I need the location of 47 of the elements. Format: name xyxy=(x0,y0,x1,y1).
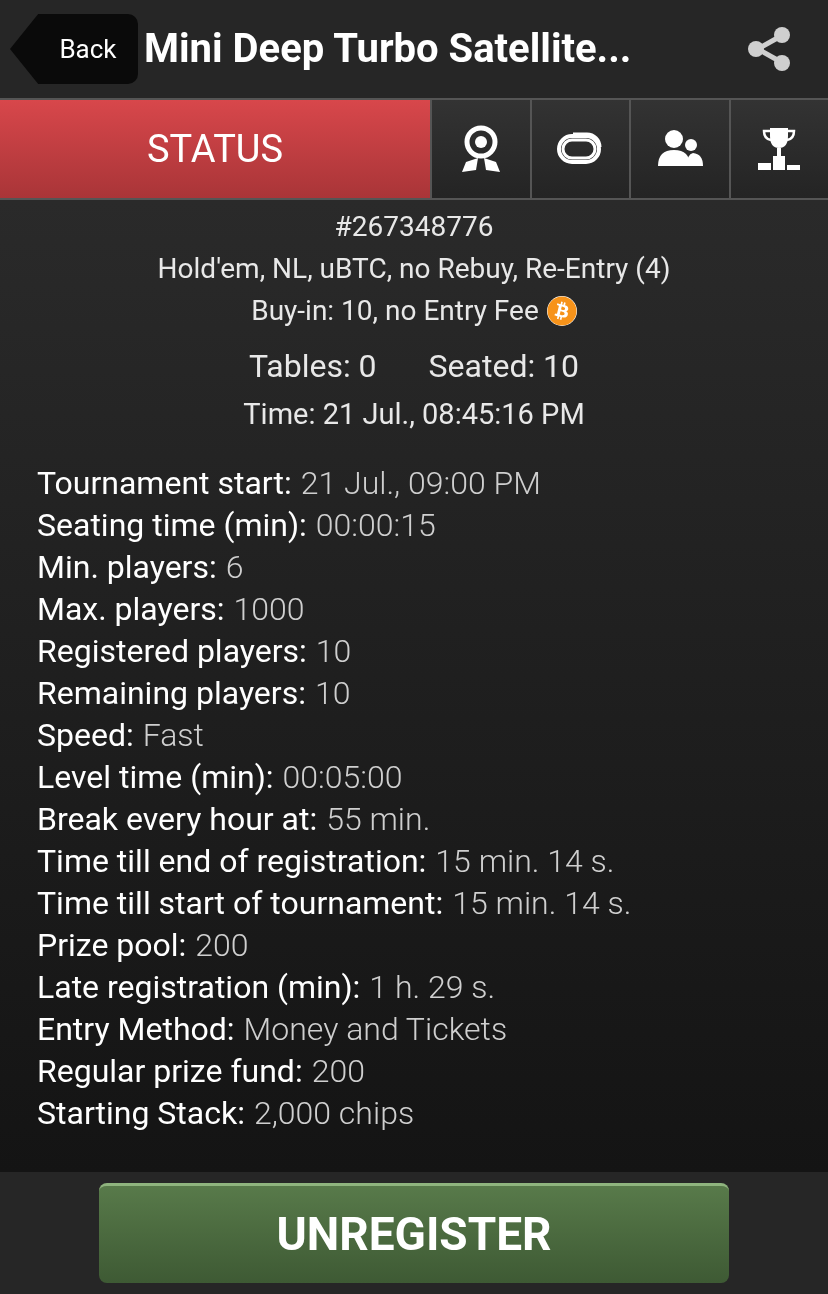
detail-value: 1000 xyxy=(233,589,305,630)
tournament-title: Mini Deep Turbo Satellite... xyxy=(144,24,633,74)
detail-value: 15 min. 14 s. xyxy=(452,883,632,924)
detail-value: 55 min. xyxy=(326,799,431,840)
detail-label: Break every hour at: xyxy=(37,799,318,840)
buy-in-info: Buy-in: 10, no Entry Fee xyxy=(251,293,539,329)
detail-label: Starting Stack: xyxy=(37,1093,245,1134)
tables-count: Tables: 0 xyxy=(248,346,377,387)
seated-count: Seated: 10 xyxy=(428,346,580,387)
current-time: Time: 21 Jul., 08:45:16 PM xyxy=(243,396,585,433)
detail-label: Time till start of tournament: xyxy=(37,883,444,924)
prizes-tab[interactable] xyxy=(730,100,828,198)
detail-label: Regular prize fund: xyxy=(37,1051,303,1092)
unregister-button[interactable]: UNREGISTER xyxy=(99,1183,729,1283)
detail-value: 10 xyxy=(314,673,351,714)
detail-value: 200 xyxy=(311,1051,365,1092)
award-tab[interactable] xyxy=(432,100,530,198)
detail-value: 00:05:00 xyxy=(282,757,403,798)
detail-value: 00:00:15 xyxy=(315,505,436,546)
detail-value: 10 xyxy=(315,631,352,672)
detail-label: Tournament start: xyxy=(37,463,292,504)
players-tab[interactable] xyxy=(631,100,729,198)
detail-label: Max. players: xyxy=(37,589,225,630)
tournament-id: #267348776 xyxy=(334,209,494,245)
detail-label: Prize pool: xyxy=(37,925,187,966)
detail-value: Fast xyxy=(142,715,204,756)
bitcoin-icon xyxy=(546,296,577,326)
detail-label: Remaining players: xyxy=(37,673,306,714)
detail-label: Seating time (min): xyxy=(37,505,307,546)
detail-value: 2,000 chips xyxy=(253,1093,415,1134)
detail-label: Level time (min): xyxy=(37,757,274,798)
detail-label: Entry Method: xyxy=(37,1009,235,1050)
detail-label: Registered players: xyxy=(37,631,307,672)
back-button[interactable]: Back xyxy=(10,14,138,84)
detail-label: Min. players: xyxy=(37,547,217,588)
detail-value: 6 xyxy=(225,547,244,588)
table-tab[interactable] xyxy=(531,100,629,198)
detail-value: 1 h. 29 s. xyxy=(369,967,496,1008)
detail-label: Late registration (min): xyxy=(37,967,361,1008)
detail-label: Speed: xyxy=(37,715,134,756)
detail-value: 200 xyxy=(195,925,249,966)
detail-label: Time till end of registration: xyxy=(37,841,427,882)
detail-value: Money and Tickets xyxy=(243,1009,508,1050)
status-tab[interactable]: STATUS xyxy=(0,100,430,198)
detail-value: 15 min. 14 s. xyxy=(435,841,615,882)
detail-value: 21 Jul., 09:00 PM xyxy=(300,463,541,504)
game-info: Hold'em, NL, uBTC, no Rebuy, Re-Entry (4) xyxy=(157,251,671,287)
